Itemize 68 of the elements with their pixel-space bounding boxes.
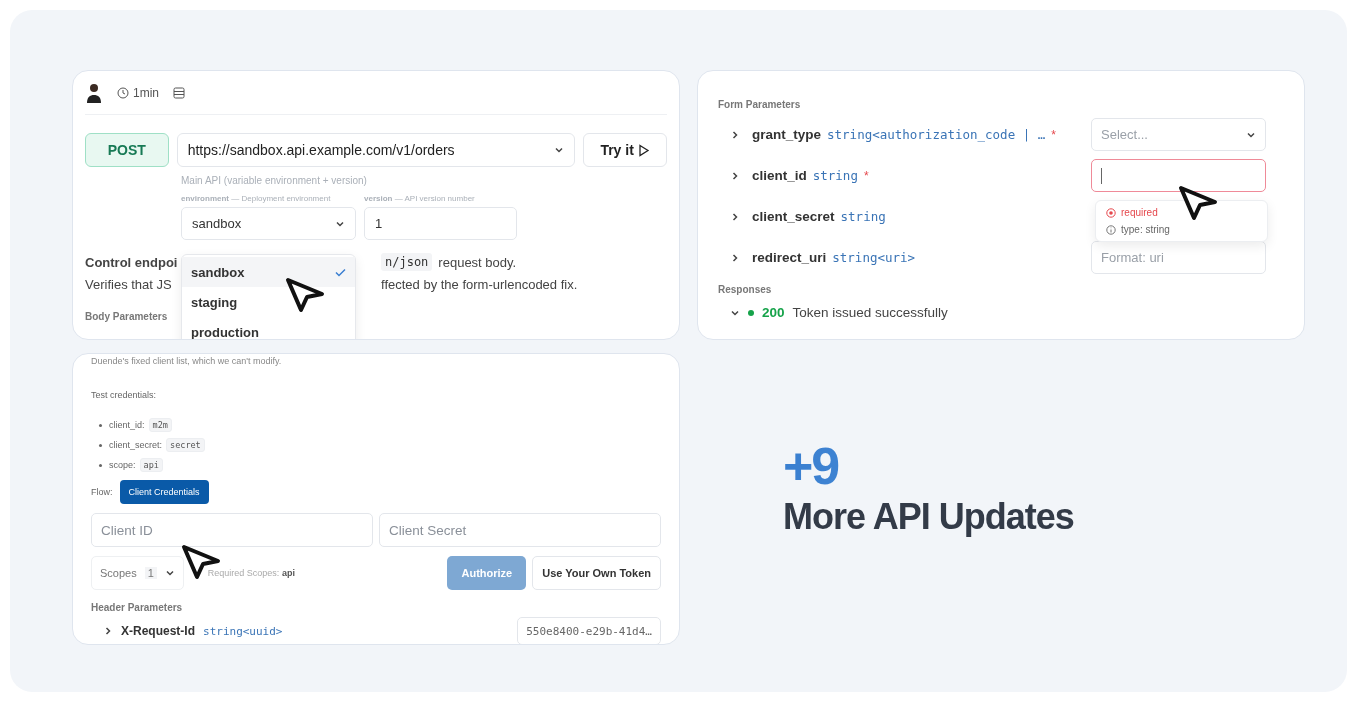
chevron-right-icon[interactable] xyxy=(730,211,740,222)
section-label: Form Parameters xyxy=(718,99,802,110)
cursor-arrow-icon xyxy=(285,277,325,313)
param-name: redirect_uri xyxy=(752,250,827,265)
play-icon xyxy=(637,143,650,157)
dropdown-option[interactable]: sandbox xyxy=(182,257,355,287)
environment-select[interactable]: sandbox xyxy=(181,207,356,240)
credentials-label: Test credentials: xyxy=(91,390,158,400)
error-icon xyxy=(1106,207,1116,218)
param-type: string xyxy=(812,168,858,183)
promo-title: More API Updates xyxy=(783,496,1075,538)
status-code: 200 xyxy=(762,305,785,320)
bullet-dot xyxy=(99,423,102,427)
token-button[interactable]: Use Your Own Token xyxy=(532,556,661,590)
list-icon[interactable] xyxy=(173,86,185,99)
read-time: 1min xyxy=(133,85,159,100)
required-scopes-text: Required Scopes: api xyxy=(207,568,295,578)
credential-label: client_secret: xyxy=(109,440,163,450)
code-text: n/json xyxy=(381,253,433,271)
credential-label: scope: xyxy=(109,460,136,470)
credential-label: client_id: xyxy=(109,420,145,430)
description-text: ffected by the form-urlencoded fix. xyxy=(381,276,578,292)
variable-label: version — API version number xyxy=(364,194,476,203)
chevron-right-icon[interactable] xyxy=(730,129,740,140)
param-type: string<uuid> xyxy=(203,624,283,638)
bullet-dot xyxy=(99,463,102,467)
version-input[interactable]: 1 xyxy=(364,207,517,240)
param-name: grant_type xyxy=(752,127,822,142)
param-type: string xyxy=(840,209,886,224)
credential-value: api xyxy=(139,458,163,472)
person-silhouette-icon xyxy=(85,82,103,103)
chevron-right-icon[interactable] xyxy=(103,626,113,636)
client-list-note: Duende's fixed client list, which we can't modify. xyxy=(91,356,283,366)
credential-value: m2m xyxy=(148,418,172,432)
param-name: client_id xyxy=(752,168,807,183)
server-note: Main API (variable environment + version) xyxy=(181,175,368,186)
required-asterisk: * xyxy=(863,168,869,183)
param-type: string<authorization_code | … xyxy=(827,127,1046,142)
credential-value: secret xyxy=(166,438,205,452)
validation-message: required xyxy=(1121,207,1158,218)
bullet-dot xyxy=(99,443,102,447)
section-label: Responses xyxy=(718,284,773,295)
method-badge: POST xyxy=(85,133,169,167)
url-select[interactable]: https://sandbox.api.example.com/v1/orders xyxy=(176,133,576,167)
variable-label: environment — Deployment environment xyxy=(181,194,332,203)
scopes-select[interactable]: Scopes 1 xyxy=(91,556,184,590)
clock-icon xyxy=(117,86,129,99)
param-name: client_secret xyxy=(752,209,835,224)
param-type: string<uri> xyxy=(832,250,916,265)
validation-message: type: string xyxy=(1121,224,1170,235)
try-it-button[interactable]: Try it xyxy=(583,133,667,167)
description-text: Control endpoi xyxy=(85,254,179,270)
flow-button[interactable]: Client Credentials xyxy=(119,480,209,504)
flow-label: Flow: xyxy=(91,487,113,497)
check-icon xyxy=(335,267,346,277)
chevron-right-icon[interactable] xyxy=(730,170,740,181)
info-icon xyxy=(1106,224,1116,235)
response-description: Token issued successfully xyxy=(792,305,948,320)
dropdown-option[interactable]: production xyxy=(182,317,355,339)
section-label: Header Parameters xyxy=(91,602,184,613)
required-asterisk: * xyxy=(1051,127,1056,142)
description-text: request body. xyxy=(438,254,517,270)
chevron-down-icon xyxy=(164,568,175,578)
chevron-down-icon xyxy=(554,145,565,155)
chevron-right-icon[interactable] xyxy=(730,252,740,263)
description-text: Verifies that JS xyxy=(85,276,173,292)
section-label: Body Parameters xyxy=(85,311,169,322)
param-name: X-Request-Id xyxy=(121,624,195,638)
